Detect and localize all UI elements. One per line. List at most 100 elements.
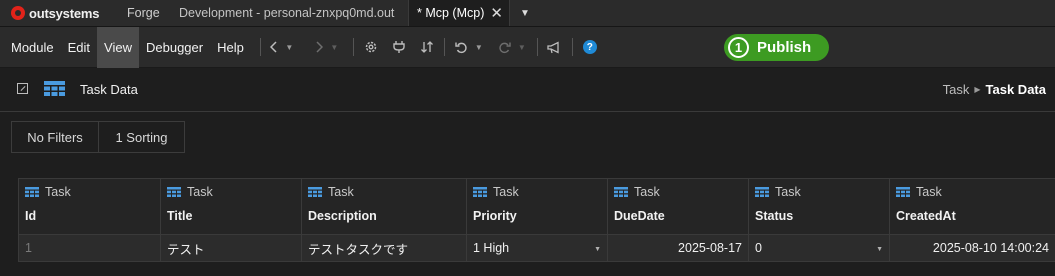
column-entity-label: Task <box>45 185 71 199</box>
header-divider <box>0 111 1055 112</box>
column-entity: Task <box>167 185 213 199</box>
announce-button[interactable] <box>547 27 563 68</box>
cell-status-value: 0 <box>755 241 762 255</box>
forward-button[interactable]: ▼ <box>310 27 344 68</box>
menu-view[interactable]: View <box>97 26 139 68</box>
logo-text: outsystems <box>29 5 100 21</box>
toolbar-separator <box>259 38 261 56</box>
filters-button[interactable]: No Filters <box>12 122 99 152</box>
redo-caret-icon[interactable]: ▼ <box>518 43 526 52</box>
cell-status[interactable]: 0 ▼ <box>748 235 889 261</box>
column-name: CreatedAt <box>896 209 956 223</box>
menu-edit[interactable]: Edit <box>61 27 97 68</box>
column-entity-label: Task <box>187 185 213 199</box>
page-header: Task Data Task ▶ Task Data <box>0 68 1055 111</box>
chevron-down-icon[interactable]: ▼ <box>594 246 601 253</box>
cell-createdat[interactable]: 2025-08-10 14:00:24 <box>889 235 1055 261</box>
back-history-caret-icon[interactable]: ▼ <box>285 43 293 52</box>
entity-icon <box>896 187 910 197</box>
redo-icon <box>499 42 511 53</box>
toolbar-separator <box>536 38 538 56</box>
undo-caret-icon[interactable]: ▼ <box>475 43 483 52</box>
cell-priority-value: 1 High <box>473 241 510 255</box>
column-header-description[interactable]: Task Description <box>301 179 466 234</box>
filter-bar: No Filters 1 Sorting <box>11 121 185 153</box>
entity-icon <box>614 187 628 197</box>
column-entity-label: Task <box>493 185 519 199</box>
compare-button[interactable] <box>419 27 435 68</box>
cell-description[interactable]: テストタスクです <box>301 235 466 261</box>
open-external-icon[interactable] <box>17 83 28 94</box>
tab-development-label: Development - personal-znxpq0md.out <box>179 6 395 20</box>
entity-icon <box>167 187 181 197</box>
column-header-createdat[interactable]: Task CreatedAt <box>889 179 1055 234</box>
menu-debugger[interactable]: Debugger <box>139 27 210 68</box>
breadcrumb-entity[interactable]: Task <box>943 82 970 97</box>
column-name: Priority <box>473 209 517 223</box>
menu-module[interactable]: Module <box>0 27 61 68</box>
page-title: Task Data <box>80 82 138 97</box>
help-button[interactable]: ? <box>582 27 598 68</box>
column-header-title[interactable]: Task Title <box>160 179 301 234</box>
column-entity: Task <box>308 185 354 199</box>
toolbar-separator <box>443 38 445 56</box>
forward-history-caret-icon[interactable]: ▼ <box>330 43 338 52</box>
tab-mcp[interactable]: * Mcp (Mcp) ✕ <box>408 0 510 26</box>
compare-icon <box>420 41 433 53</box>
column-name: Status <box>755 209 794 223</box>
toolbar-separator <box>571 38 573 56</box>
data-grid: Task Id Task Title Task Description Task… <box>18 178 1055 262</box>
column-name: Description <box>308 209 377 223</box>
cell-id: 1 <box>18 235 160 261</box>
announce-icon <box>547 40 560 54</box>
cell-title[interactable]: テスト <box>160 235 301 261</box>
column-name: Id <box>25 209 37 223</box>
plug-button[interactable] <box>391 27 407 68</box>
plug-icon <box>393 41 405 53</box>
cell-duedate[interactable]: 2025-08-17 <box>607 235 748 261</box>
back-button[interactable]: ▼ <box>270 27 294 68</box>
close-icon[interactable]: ✕ <box>490 4 503 22</box>
column-header-duedate[interactable]: Task DueDate <box>607 179 748 234</box>
tab-bar: outsystems Forge Development - personal-… <box>0 0 1055 27</box>
breadcrumb: Task ▶ Task Data <box>943 82 1046 97</box>
menu-bar: Module Edit View Debugger Help ▼ ▼ ▼ ▼ ?… <box>0 26 1055 68</box>
sorting-button[interactable]: 1 Sorting <box>99 122 184 152</box>
undo-icon <box>455 42 467 53</box>
tabs-dropdown-icon[interactable]: ▼ <box>510 0 540 26</box>
breadcrumb-current: Task Data <box>985 82 1046 97</box>
settings-icon <box>365 41 377 53</box>
back-arrow-icon <box>270 41 277 53</box>
column-entity: Task <box>896 185 942 199</box>
tab-forge[interactable]: Forge <box>118 0 170 26</box>
column-name: DueDate <box>614 209 665 223</box>
menu-help[interactable]: Help <box>210 27 251 68</box>
entity-icon <box>755 187 769 197</box>
entity-icon <box>473 187 487 197</box>
column-header-id[interactable]: Task Id <box>18 179 160 234</box>
column-entity: Task <box>25 185 71 199</box>
toolbar-separator <box>352 38 354 56</box>
tab-development[interactable]: Development - personal-znxpq0md.out <box>170 0 408 26</box>
help-icon: ? <box>582 40 597 54</box>
entity-icon <box>308 187 322 197</box>
column-header-status[interactable]: Task Status <box>748 179 889 234</box>
column-entity-label: Task <box>775 185 801 199</box>
settings-button[interactable] <box>363 27 379 68</box>
chevron-down-icon[interactable]: ▼ <box>876 246 883 253</box>
entity-icon <box>25 187 39 197</box>
forward-arrow-icon <box>316 41 324 53</box>
column-entity-label: Task <box>916 185 942 199</box>
undo-button[interactable]: ▼ <box>454 27 484 68</box>
publish-button[interactable]: 1 Publish <box>724 34 829 61</box>
table-row[interactable]: 1 テスト テストタスクです 1 High ▼ 2025-08-17 0 ▼ 2… <box>18 234 1055 262</box>
tab-mcp-label: * Mcp (Mcp) <box>417 6 485 20</box>
outsystems-logo: outsystems <box>0 0 118 26</box>
redo-button[interactable]: ▼ <box>496 27 528 68</box>
column-entity: Task <box>614 185 660 199</box>
grid-header: Task Id Task Title Task Description Task… <box>18 178 1055 234</box>
column-header-priority[interactable]: Task Priority <box>466 179 607 234</box>
publish-count-badge: 1 <box>728 37 749 58</box>
column-entity: Task <box>473 185 519 199</box>
cell-priority[interactable]: 1 High ▼ <box>466 235 607 261</box>
